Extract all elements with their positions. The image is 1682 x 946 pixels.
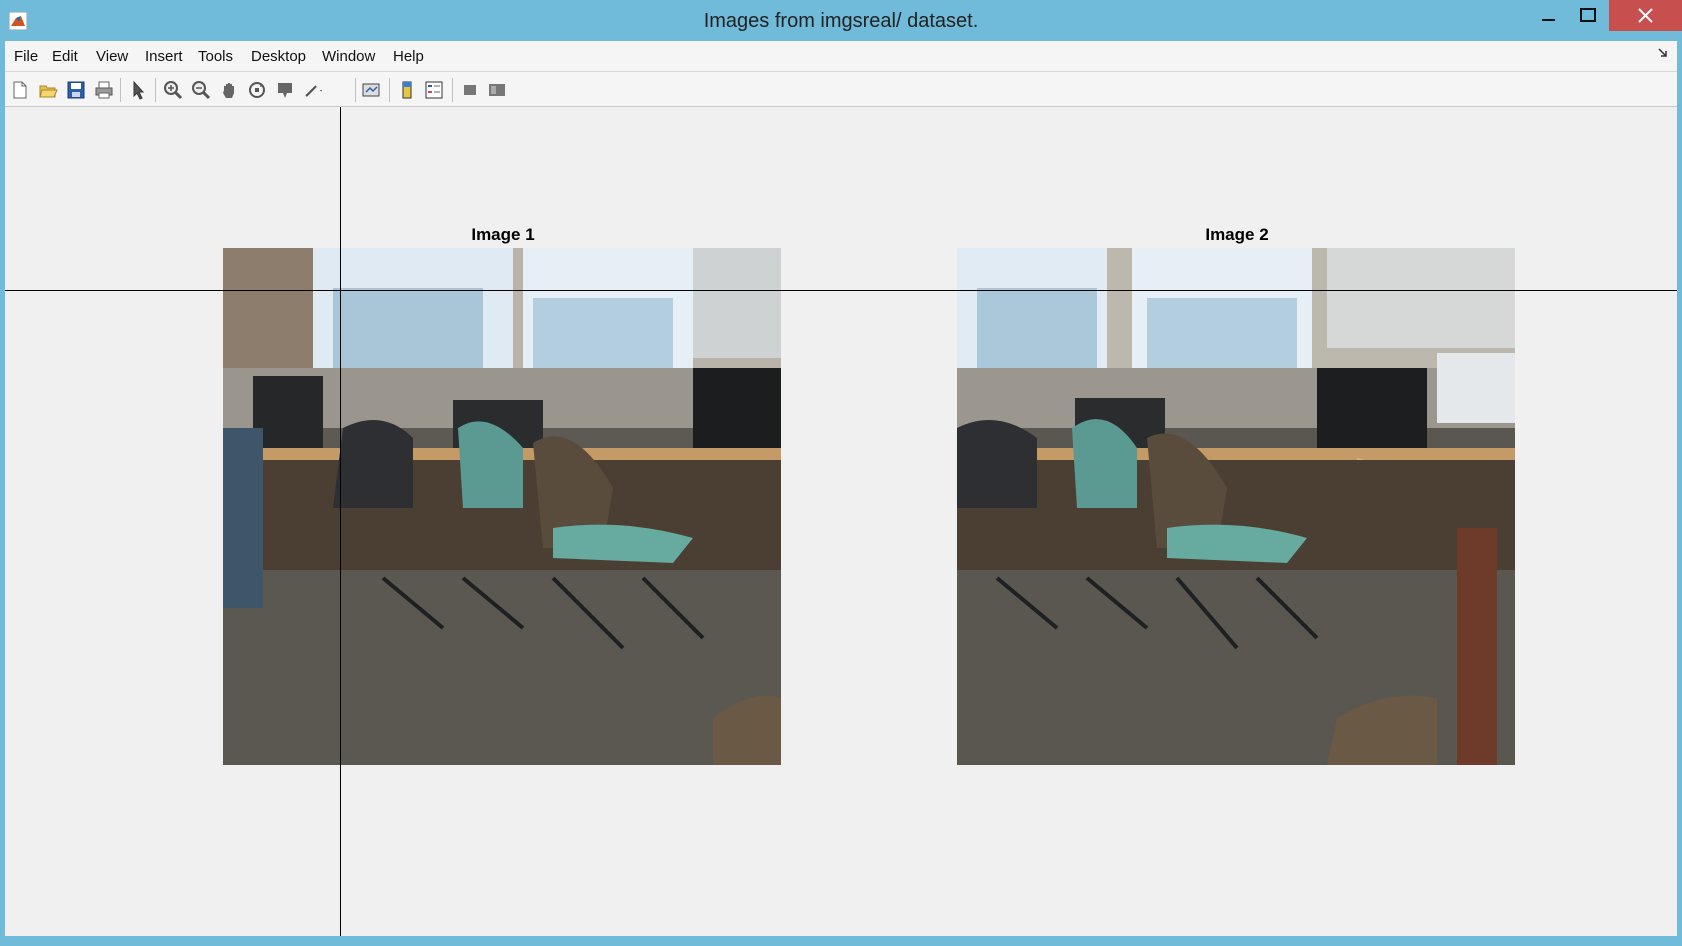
- hide-plot-tools-icon[interactable]: [460, 80, 480, 100]
- window-bottom-border: [0, 936, 1682, 946]
- open-file-icon[interactable]: [38, 80, 58, 100]
- menu-file[interactable]: File: [14, 48, 38, 65]
- print-icon[interactable]: [94, 80, 114, 100]
- menu-view[interactable]: View: [96, 48, 128, 65]
- colorbar-icon[interactable]: [397, 80, 417, 100]
- rotate-3d-icon[interactable]: [247, 80, 267, 100]
- dock-figure-icon[interactable]: [1657, 47, 1669, 59]
- window-title: Images from imgsreal/ dataset.: [703, 10, 979, 32]
- new-figure-icon[interactable]: [10, 80, 30, 100]
- toolbar-separator: [155, 78, 156, 102]
- pointer-icon[interactable]: [129, 80, 149, 100]
- legend-icon[interactable]: [424, 80, 444, 100]
- data-cursor-icon[interactable]: [275, 80, 295, 100]
- image-2-axes[interactable]: [957, 248, 1515, 765]
- pan-icon[interactable]: [219, 80, 239, 100]
- axes-title-image-1: Image 1: [471, 225, 535, 244]
- toolbar-separator: [452, 78, 453, 102]
- image-1-axes[interactable]: [223, 248, 781, 765]
- zoom-in-icon[interactable]: [163, 80, 183, 100]
- menu-desktop[interactable]: Desktop: [251, 48, 306, 65]
- menu-bar: File Edit View Insert Tools Desktop Wind…: [5, 41, 1677, 72]
- brush-icon[interactable]: [303, 80, 323, 100]
- crosshair-horizontal-line: [5, 290, 1677, 291]
- crosshair-vertical-line: [340, 107, 341, 936]
- menu-edit[interactable]: Edit: [52, 48, 78, 65]
- menu-tools[interactable]: Tools: [198, 48, 233, 65]
- title-bar: Images from imgsreal/ dataset.: [0, 0, 1682, 41]
- toolbar-separator: [389, 78, 390, 102]
- toolbar-separator: [120, 78, 121, 102]
- save-icon[interactable]: [66, 80, 86, 100]
- figure-window-client: File Edit View Insert Tools Desktop Wind…: [5, 41, 1677, 936]
- zoom-out-icon[interactable]: [191, 80, 211, 100]
- menu-insert[interactable]: Insert: [145, 48, 183, 65]
- figure-toolbar: [5, 72, 1677, 107]
- menu-help[interactable]: Help: [393, 48, 424, 65]
- close-icon: [1638, 8, 1653, 23]
- figure-canvas[interactable]: Image 1 Image 2: [5, 107, 1677, 936]
- axes-title-image-2: Image 2: [1205, 225, 1269, 244]
- menu-window[interactable]: Window: [322, 48, 375, 65]
- show-plot-tools-icon[interactable]: [487, 80, 507, 100]
- close-button[interactable]: [1609, 0, 1682, 31]
- toolbar-separator: [355, 78, 356, 102]
- maximize-icon: [1580, 8, 1596, 22]
- maximize-button[interactable]: [1565, 0, 1611, 31]
- link-plot-icon[interactable]: [361, 80, 381, 100]
